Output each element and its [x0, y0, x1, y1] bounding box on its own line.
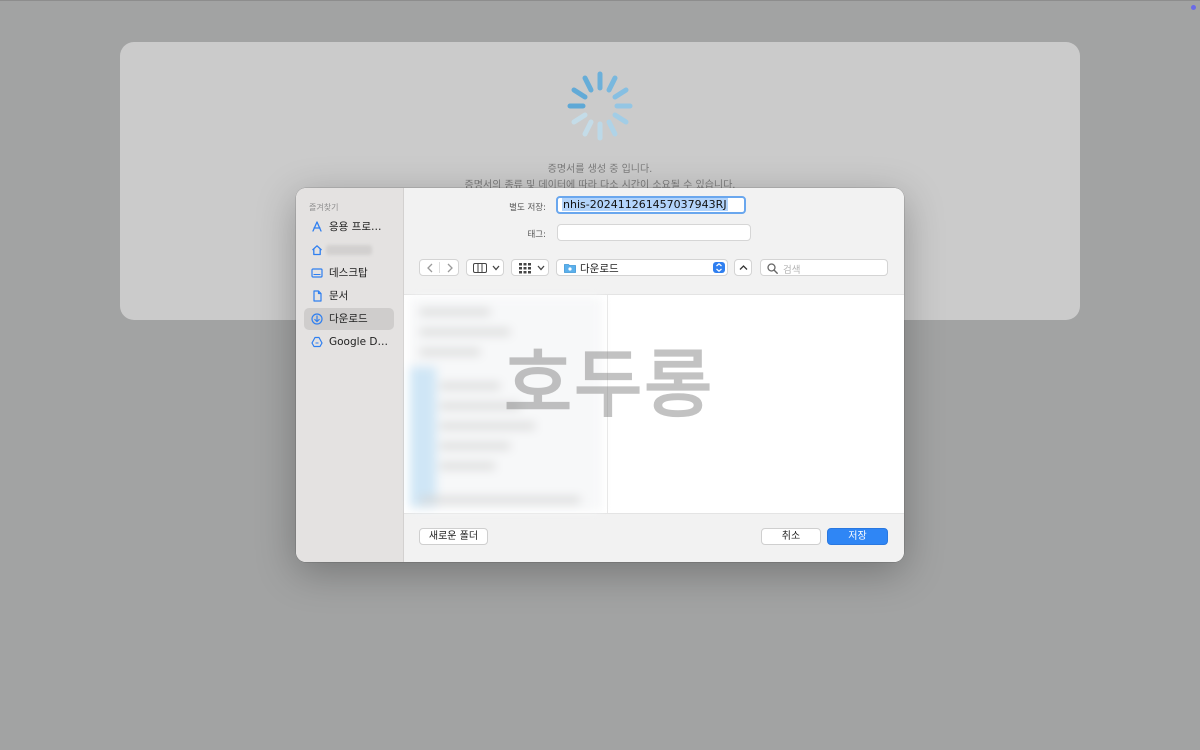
redacted-username [326, 245, 372, 255]
group-by-button[interactable] [511, 259, 549, 276]
sidebar-heading: 즐겨찾기 [309, 203, 339, 212]
save-as-label: 별도 저장: [509, 203, 546, 213]
grid-icon [519, 263, 531, 274]
dialog-sidebar: 즐겨찾기 응용 프로… 데스크탑 문서 다운로드 Google D… [296, 188, 404, 562]
google-drive-icon [311, 336, 323, 348]
loading-message: 증명서를 생성 중 입니다. [547, 164, 653, 175]
file-browser[interactable]: 호두롱 [404, 294, 904, 514]
desktop-icon [311, 268, 323, 278]
chevron-up-icon [739, 265, 748, 270]
tags-label: 태그: [527, 230, 546, 240]
sidebar-item-label: 문서 [329, 290, 349, 302]
view-mode-button[interactable] [466, 259, 504, 276]
status-dot [1191, 5, 1196, 10]
home-icon [312, 245, 322, 256]
chevron-down-icon [537, 265, 545, 271]
sidebar-item-applications[interactable]: 응용 프로… [304, 216, 394, 238]
redacted-file-list [410, 297, 602, 511]
expand-collapse-button[interactable] [734, 259, 752, 276]
updown-chevron-icon [713, 262, 725, 273]
sidebar-item-documents[interactable]: 문서 [304, 285, 394, 307]
location-value: 다운로드 [580, 263, 619, 275]
search-icon [767, 263, 778, 274]
cancel-button[interactable]: 취소 [761, 528, 821, 545]
document-icon [313, 290, 322, 302]
column-divider[interactable] [607, 295, 608, 513]
sidebar-item-google-drive[interactable]: Google D… [304, 331, 394, 353]
sidebar-item-label: 데스크탑 [329, 267, 368, 279]
location-select[interactable]: 다운로드 [556, 259, 728, 276]
sidebar-item-label: 응용 프로… [329, 221, 382, 233]
tags-field[interactable] [557, 224, 751, 241]
sidebar-item-label: Google D… [329, 336, 388, 348]
chevron-right-icon[interactable] [446, 263, 454, 273]
applications-icon [312, 221, 322, 232]
new-folder-button[interactable]: 새로운 폴더 [419, 528, 488, 545]
columns-view-icon [473, 263, 487, 273]
loading-spinner-icon [567, 71, 633, 141]
search-placeholder: 검색 [783, 265, 801, 276]
save-dialog: 즐겨찾기 응용 프로… 데스크탑 문서 다운로드 Google D… 별도 저장… [296, 188, 904, 562]
top-border [0, 0, 1200, 1]
sidebar-item-home[interactable] [304, 239, 394, 261]
filename-field[interactable]: nhis-202411261457037943RJ [556, 196, 746, 214]
folder-icon [564, 264, 576, 273]
filename-value: nhis-202411261457037943RJ [562, 198, 728, 211]
back-forward-group [419, 259, 459, 276]
sidebar-item-desktop[interactable]: 데스크탑 [304, 262, 394, 284]
save-button[interactable]: 저장 [827, 528, 888, 545]
sidebar-item-downloads[interactable]: 다운로드 [304, 308, 394, 330]
search-field[interactable]: 검색 [760, 259, 888, 276]
chevron-left-icon[interactable] [426, 263, 434, 273]
dialog-main: 별도 저장: nhis-202411261457037943RJ 태그: 다운로… [404, 188, 904, 562]
chevron-down-icon [492, 265, 500, 271]
downloads-icon [311, 313, 323, 325]
sidebar-item-label: 다운로드 [329, 313, 368, 325]
